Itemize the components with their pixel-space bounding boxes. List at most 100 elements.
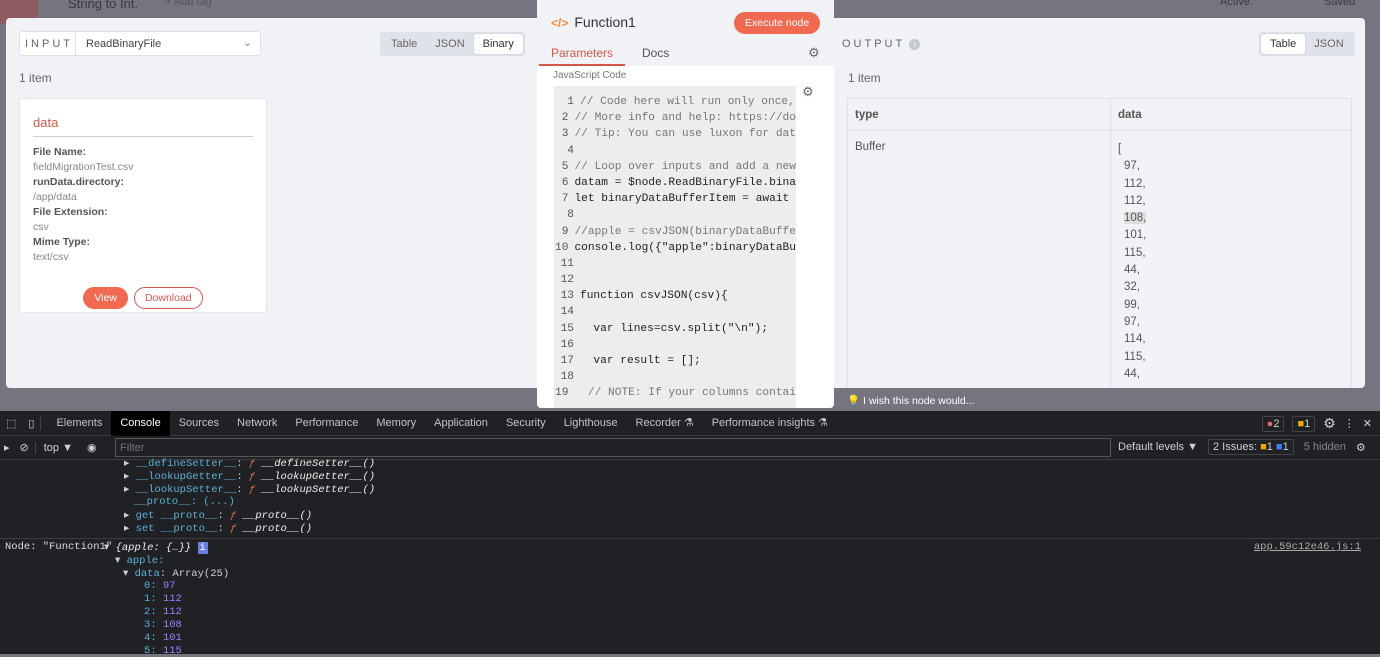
line-number: 1 [567,96,574,108]
devtools-tab[interactable]: Console [111,410,170,436]
console-prop-line[interactable]: ▸ __lookupGetter__: ƒ __lookupGetter__() [124,470,375,483]
code-text: datam = $node.ReadBinaryFile.bina [574,176,796,189]
devtools-tab[interactable]: Elements [47,411,111,436]
error-count-badge[interactable]: ●2 [1261,415,1285,432]
console-get-proto[interactable]: ▸ get __proto__: ƒ __proto__() [124,509,312,522]
code-editor[interactable]: 1 // Code here will run only once, 2 // Mor… [554,86,796,408]
devtools-tab[interactable]: Sources [170,411,228,436]
devtools-tab[interactable]: Performance insights ⚗ [703,411,837,436]
feedback-link[interactable]: 💡 I wish this node would... [847,394,974,407]
devtools-tab[interactable]: Lighthouse [555,411,627,436]
input-item-count: 1 item [19,71,52,85]
lightbulb-icon: 💡 [847,395,861,407]
active-label: Active: [1220,0,1254,8]
tab-docs[interactable]: Docs [642,46,669,60]
close-icon[interactable]: ✕ [1363,417,1372,430]
clear-console-icon[interactable]: ⊘ [14,441,35,454]
javascript-code-label: JavaScript Code [553,70,627,81]
array-item: 44, [1118,262,1344,279]
node-title-text: Function1 [574,14,636,30]
view-button[interactable]: View [83,287,128,309]
input-view-binary[interactable]: Binary [473,34,523,54]
field-value: fieldMigrationTest.csv [33,161,134,173]
console-source-link[interactable]: app.59c12e46.js:1 [1254,541,1361,553]
array-item: 114, [1118,331,1344,348]
array-value: 101, [1124,229,1147,242]
issues-button[interactable]: 2 Issues: ■1 ■1 [1207,439,1294,455]
code-text: function csvJSON(csv){ [580,290,728,303]
node-title[interactable]: </> Function1 [551,14,636,30]
info-icon[interactable]: i [909,39,921,50]
array-value: 112, [1124,194,1146,207]
entry-value: 108 [162,619,182,631]
inspect-element-icon[interactable]: ⬚ [0,417,22,430]
input-node-select[interactable]: INPUT ReadBinaryFile ⌄ [19,31,261,56]
execute-node-button[interactable]: Execute node [734,12,821,34]
output-label-text: OUTPUT [842,38,906,50]
code-text: //apple = csvJSON(binaryDataBuffe [574,225,796,238]
device-toolbar-icon[interactable]: ▯ [22,416,42,430]
devtools-tab[interactable]: Network [228,411,286,436]
cell-type: Buffer [847,129,1111,395]
console-prop-line[interactable]: ▸ __defineSetter__: ƒ __defineSetter__() [124,457,375,470]
apple-node[interactable]: ▾ apple: [115,554,164,567]
devtools-tab[interactable]: Memory [367,411,425,436]
prop-key: get __proto__ [135,510,218,522]
devtools-tab[interactable]: Security [497,411,555,436]
entry-value: 101 [162,632,182,644]
input-view-toggle: Table JSON Binary [380,32,525,56]
add-tag-link[interactable]: + Add tag [165,0,212,8]
download-button[interactable]: Download [133,287,203,309]
cell-data: [97, 112, 112, 108, 101, 115, 44, 32, 99, 97, 114,… [1110,129,1352,395]
line-number: 18 [560,371,574,384]
output-view-table[interactable]: Table [1261,34,1306,54]
function-node-panel: </> Function1 Execute node Parameters Doc… [537,0,834,408]
tab-parameters[interactable]: Parameters [539,46,626,66]
console-prop-line[interactable]: ▸ __lookupSetter__: ƒ __lookupSetter__() [124,483,375,496]
console-set-proto[interactable]: ▸ set __proto__: ƒ __proto__() [124,522,312,535]
code-text: // More info and help: https://do [574,112,796,125]
more-options-icon[interactable]: ⋮ [1344,417,1355,430]
log-levels-select[interactable]: Default levels ▼ [1118,441,1198,455]
output-view-toggle: Table JSON [1259,32,1355,56]
array-value: 108, [1124,212,1147,225]
column-header-type: type [847,98,1111,131]
sidebar-toggle-icon[interactable]: ▸ [0,441,14,454]
line-number: 13 [560,290,574,303]
array-open: [ [1118,143,1122,155]
line-number: 14 [560,306,574,319]
entry-value: 112 [162,593,182,605]
code-text: // Code here will run only once, [580,96,795,108]
code-options-gears-icon[interactable]: ⚙ [802,84,814,100]
devtools-tab[interactable]: Application [425,411,497,436]
warning-count-badge[interactable]: ■1 [1292,415,1316,432]
console-log-object[interactable]: ▾ {apple: {…}} i [104,541,208,554]
context-select[interactable]: top ▼ [34,441,81,454]
console-proto-line[interactable]: __proto__: (...) [134,496,235,508]
code-line: 2 // More info and help: https://do [554,112,796,128]
info-icon[interactable]: i [197,542,208,554]
devtools-tab[interactable]: Performance [286,411,367,436]
array-value: 44, [1124,367,1140,380]
input-view-table[interactable]: Table [382,34,426,54]
array-value: 32, [1124,281,1140,294]
code-line: 7 let binaryDataBufferItem = await [554,193,796,209]
console-settings-gear-icon[interactable]: ⚙ [1356,441,1366,455]
devtools-tab[interactable]: Recorder ⚗ [627,411,703,436]
table-row: Buffer [97, 112, 112, 108, 101, 115, 44, 32, 99,… [847,129,1352,395]
entry-value: 115 [162,645,182,657]
input-view-json[interactable]: JSON [426,34,473,54]
settings-gear-icon[interactable]: ⚙ [808,45,820,61]
output-view-json[interactable]: JSON [1305,34,1352,54]
settings-gear-icon[interactable]: ⚙ [1323,415,1336,432]
live-expression-eye-icon[interactable]: ◉ [81,441,103,454]
data-type: Array(25) [172,568,230,580]
array-entry: 3: 108 [144,619,182,631]
output-label: OUTPUT i [842,38,921,50]
console-filter-input[interactable] [115,438,1111,457]
devtools-panel: ⬚ ▯ Elements Console Sources Network Perform… [0,410,1380,657]
array-item: 112, [1118,193,1344,210]
code-text: console.log({"apple":binaryDataBu [574,241,796,254]
data-node[interactable]: ▾ data: Array(25) [123,567,229,580]
workflow-name[interactable]: String to Int. [68,0,138,11]
